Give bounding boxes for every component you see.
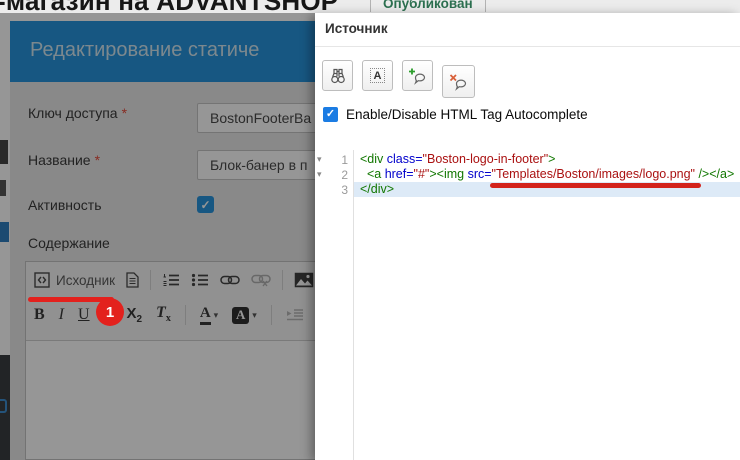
annotation-step-circle: 1	[96, 298, 124, 326]
annotation-step-number: 1	[106, 304, 114, 321]
bubble-remove-icon	[449, 73, 468, 91]
annotation-underline-img-src	[490, 183, 701, 188]
search-button[interactable]	[322, 60, 353, 91]
code-gutter[interactable]: ▾2	[315, 168, 354, 182]
source-dialog: Источник A ✓	[315, 13, 740, 460]
find-replace-button[interactable]: A	[362, 60, 393, 91]
divider	[370, 0, 371, 12]
status-badge-wrap: Опубликован	[370, 0, 486, 13]
code-text[interactable]: <a href="#"><img src="Templates/Boston/i…	[354, 167, 740, 182]
line-number: 3	[326, 183, 354, 197]
screen: -магазин на ADVANTSHOP Опубликован Редак…	[0, 0, 740, 460]
code-line[interactable]: ▾2 <a href="#"><img src="Templates/Bosto…	[315, 167, 740, 182]
divider	[485, 0, 486, 12]
code-line[interactable]: ▾1<div class="Boston-logo-in-footer">	[315, 152, 740, 167]
divider	[315, 46, 740, 47]
uncomment-button[interactable]	[442, 65, 475, 98]
status-badge: Опубликован	[383, 0, 473, 11]
check-icon: ✓	[326, 109, 335, 120]
comment-button[interactable]	[402, 60, 433, 91]
code-gutter[interactable]: ▾1	[315, 153, 354, 167]
autocomplete-row: ✓ Enable/Disable HTML Tag Autocomplete	[323, 107, 588, 122]
bubble-plus-icon	[408, 67, 427, 85]
page-title: -магазин на ADVANTSHOP	[0, 0, 338, 13]
fold-icon[interactable]: ▾	[315, 155, 326, 164]
code-text[interactable]: <div class="Boston-logo-in-footer">	[354, 152, 740, 167]
letter-a-selection-icon: A	[370, 68, 385, 83]
code-lines: ▾1<div class="Boston-logo-in-footer">▾2 …	[315, 152, 740, 197]
line-number: 2	[326, 168, 354, 182]
source-toolbar: A	[322, 60, 475, 98]
code-gutter[interactable]: 3	[315, 183, 354, 197]
autocomplete-checkbox[interactable]: ✓	[323, 107, 338, 122]
fold-icon[interactable]: ▾	[315, 170, 326, 179]
page-header: -магазин на ADVANTSHOP Опубликован	[0, 0, 740, 13]
code-editor[interactable]: ▾1<div class="Boston-logo-in-footer">▾2 …	[315, 150, 740, 460]
binoculars-icon	[329, 67, 347, 85]
line-number: 1	[326, 153, 354, 167]
source-dialog-title: Источник	[325, 21, 388, 36]
autocomplete-label: Enable/Disable HTML Tag Autocomplete	[346, 107, 588, 122]
